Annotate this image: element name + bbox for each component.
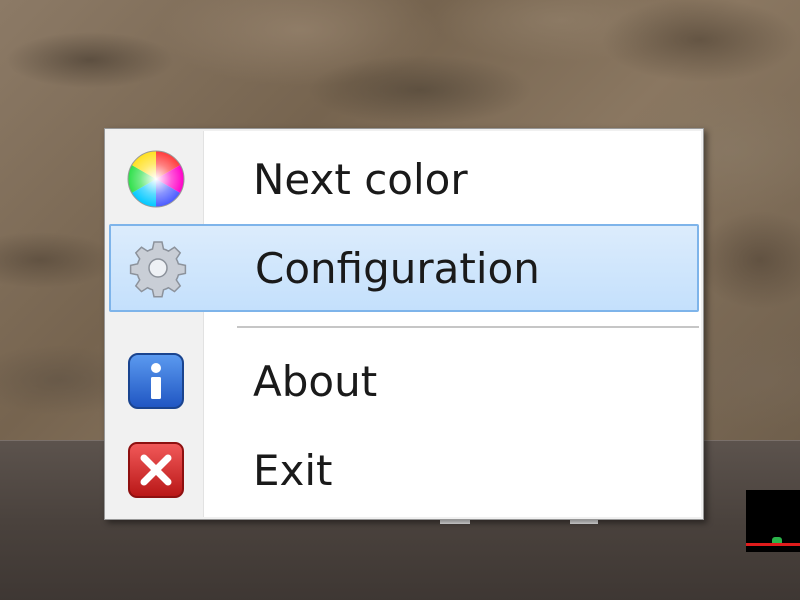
close-icon xyxy=(109,426,203,514)
color-wheel-icon xyxy=(109,135,203,223)
menu-item-about[interactable]: About xyxy=(109,337,699,425)
info-icon xyxy=(109,337,203,425)
desktop-screen: Next color Configuration About Exit xyxy=(0,0,800,600)
tray-context-menu: Next color Configuration About Exit xyxy=(104,128,704,520)
tray-app-thumbnail[interactable] xyxy=(746,490,800,552)
menu-item-exit[interactable]: Exit xyxy=(109,426,699,514)
menu-item-label: About xyxy=(253,356,378,406)
menu-item-next-color[interactable]: Next color xyxy=(109,135,699,223)
gear-icon xyxy=(111,224,205,312)
menu-item-configuration[interactable]: Configuration xyxy=(109,224,699,312)
menu-item-label: Next color xyxy=(253,154,468,204)
menu-separator xyxy=(237,326,699,330)
thumbnail-bar xyxy=(746,543,800,546)
menu-item-label: Exit xyxy=(253,445,333,495)
menu-item-label: Configuration xyxy=(255,243,540,293)
